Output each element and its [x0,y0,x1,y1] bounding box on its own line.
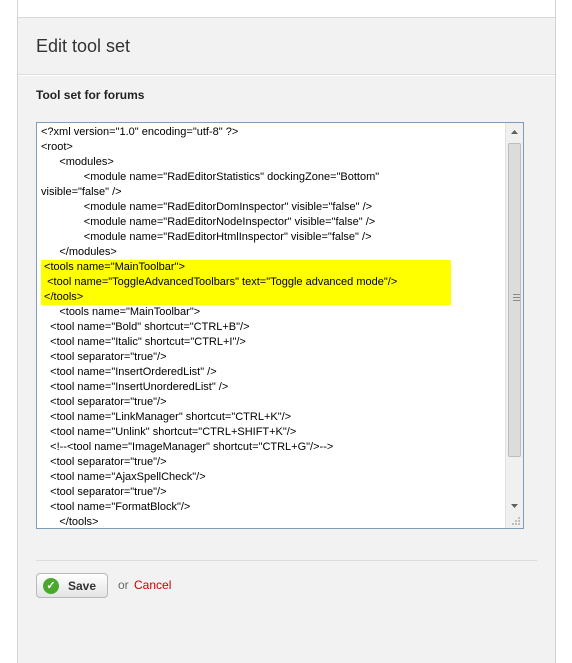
code-line: <module name="RadEditorDomInspector" vis… [41,201,373,213]
edit-tool-set-dialog: Edit tool set Tool set for forums <?xml … [18,17,555,663]
xml-code-content[interactable]: <?xml version="1.0" encoding="utf-8" ?> <… [41,125,503,528]
code-line: <tool name="FormatBlock"/> [41,501,191,513]
code-line: <!--<tool name="ImageManager" shortcut="… [41,441,334,453]
code-line: <tool name="InsertUnorderedList" /> [41,381,229,393]
editor-scrollbar[interactable] [505,123,523,528]
code-line: <module name="RadEditorHtmlInspector" vi… [41,231,372,243]
code-line: </modules> [41,246,117,258]
save-button-label: Save [68,578,97,593]
code-line: <tool name="LinkManager" shortcut="CTRL+… [41,411,292,423]
section-label: Tool set for forums [36,88,145,102]
scroll-up-button[interactable] [506,123,523,140]
cancel-link[interactable]: Cancel [134,578,171,592]
right-page-edge [555,0,572,663]
code-line: <root> [41,141,73,153]
code-line: <tools name="MainToolbar"> [41,306,201,318]
code-line: <module name="RadEditorStatistics" docki… [41,171,380,183]
code-line: </tools> [41,516,99,528]
or-separator-text: or [118,578,129,592]
code-line: <module name="RadEditorNodeInspector" vi… [41,216,376,228]
scrollbar-thumb[interactable] [508,143,521,457]
code-line: <tool separator="true"/> [41,351,167,363]
arrow-down-icon [511,503,518,508]
thumb-grip-line [513,300,520,301]
resize-grip-icon[interactable] [511,516,521,526]
code-line: <tool separator="true"/> [41,456,167,468]
highlighted-code-line: <tools name="MainToolbar"> [41,260,451,275]
left-page-edge [0,0,18,663]
scroll-down-button[interactable] [506,497,523,514]
code-line: <tool name="InsertOrderedList" /> [41,366,217,378]
thumb-grip-line [513,294,520,295]
save-button[interactable]: ✓ Save [36,573,108,598]
highlighted-code-line: </tools> [41,290,451,305]
code-line: <tool name="AjaxSpellCheck"/> [41,471,206,483]
code-line: <tool name="Unlink" shortcut="CTRL+SHIFT… [41,426,297,438]
dialog-title: Edit tool set [36,36,131,56]
xml-editor-textarea[interactable]: <?xml version="1.0" encoding="utf-8" ?> <… [36,122,524,529]
arrow-up-icon [511,129,518,134]
code-line: <tool separator="true"/> [41,396,167,408]
thumb-grip-line [513,297,520,298]
code-line: <tool name="Italic" shortcut="CTRL+I"/> [41,336,246,348]
code-line: visible="false" /> [41,186,122,198]
code-line: <modules> [41,156,114,168]
highlighted-code-line: <tool name="ToggleAdvancedToolbars" text… [41,275,451,290]
code-line: <tool separator="true"/> [41,486,167,498]
footer-divider [36,560,537,561]
code-line: <?xml version="1.0" encoding="utf-8" ?> [41,126,239,138]
check-icon: ✓ [43,577,59,594]
title-divider [18,74,555,76]
code-line: <tool name="Bold" shortcut="CTRL+B"/> [41,321,250,333]
